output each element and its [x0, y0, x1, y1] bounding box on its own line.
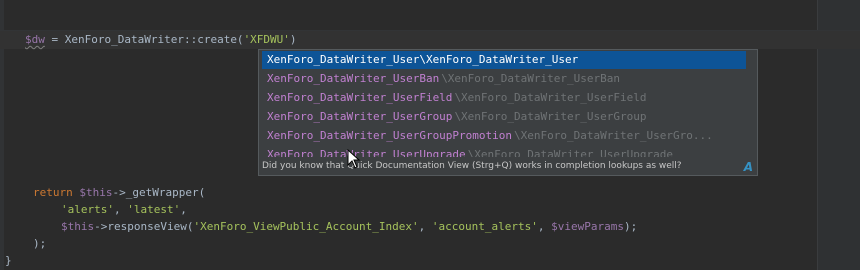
variable-view-params: $viewParams	[551, 220, 624, 233]
completion-item-namespace: \XenForo_DataWriter_UserGro...	[514, 129, 713, 142]
code-line-args[interactable]: 'alerts', 'latest',	[61, 201, 187, 219]
variable-this: $this	[61, 220, 95, 233]
completion-item-namespace: \XenForo_DataWriter_UserField	[454, 91, 647, 104]
string-arg-latest: 'latest'	[127, 203, 181, 216]
code-line-brace[interactable]: }	[5, 252, 12, 270]
string-arg-xfdwu: 'XFDWU'	[243, 33, 290, 46]
completion-item[interactable]: XenForo_DataWriter_UserField \XenForo_Dat…	[262, 89, 746, 107]
completion-item-name: XenForo_DataWriter_UserGroupPromotion	[267, 129, 513, 142]
completion-item[interactable]: XenForo_DataWriter_UserGroupPromotion \Xe…	[262, 127, 746, 145]
completion-hint: Did you know that Quick Documentation Vi…	[259, 157, 757, 175]
text-completion-icon[interactable]: A	[744, 160, 753, 174]
close-paren: )	[289, 33, 297, 46]
code-line-close[interactable]: );	[33, 235, 46, 253]
completion-item-namespace: \XenForo_DataWriter_UserGroup	[454, 110, 647, 123]
completion-item[interactable]: XenForo_DataWriter_UserGroup \XenForo_Dat…	[262, 108, 746, 126]
close-paren: );	[623, 220, 638, 233]
mouse-pointer-icon	[347, 149, 361, 169]
arg-separator: ,	[113, 203, 128, 216]
trailing-comma: ,	[180, 203, 187, 216]
string-arg-template: 'account_alerts'	[431, 220, 538, 233]
variable-dw: $dw	[25, 33, 45, 46]
completion-item-name: XenForo_DataWriter_User	[267, 53, 420, 66]
code-line-return[interactable]: return $this->_getWrapper(	[33, 184, 205, 202]
completion-item[interactable]: XenForo_DataWriter_UserBan \XenForo_DataW…	[262, 70, 746, 88]
code-line-create[interactable]: $dw = XenForo_DataWriter::create('XFDWU'…	[25, 31, 297, 49]
arg-separator: ,	[537, 220, 552, 233]
completion-item-name: XenForo_DataWriter_UserField	[267, 91, 453, 104]
create-call: XenForo_DataWriter::create(	[64, 33, 244, 46]
completion-popup[interactable]: XenForo_DataWriter_User\XenForo_DataWrit…	[258, 49, 758, 176]
completion-item-namespace: \XenForo_DataWriter_User	[419, 53, 579, 66]
get-wrapper-call: ->_getWrapper(	[112, 186, 206, 199]
assign-operator: =	[44, 33, 65, 46]
completion-item-namespace: \XenForo_DataWriter_UserBan	[441, 72, 620, 85]
completion-item-name: XenForo_DataWriter_UserGroup	[267, 110, 453, 123]
completion-item-name: XenForo_DataWriter_UserBan	[267, 72, 440, 85]
string-arg-view-class: 'XenForo_ViewPublic_Account_Index'	[193, 220, 419, 233]
string-arg-alerts: 'alerts'	[61, 203, 114, 216]
code-line-response-view[interactable]: $this->responseView('XenForo_ViewPublic_…	[61, 218, 637, 236]
keyword-return: return	[33, 186, 73, 199]
arg-separator: ,	[418, 220, 432, 233]
response-view-call: ->responseView(	[94, 220, 194, 233]
completion-item[interactable]: XenForo_DataWriter_User\XenForo_DataWrit…	[262, 51, 746, 69]
variable-this: $this	[79, 186, 113, 199]
